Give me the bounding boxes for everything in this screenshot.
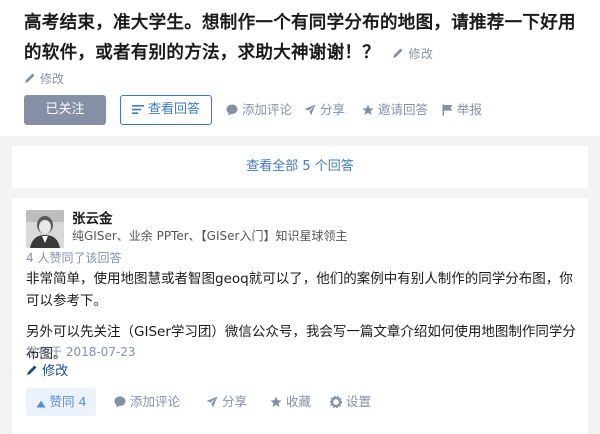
star-icon	[270, 396, 282, 407]
settings-label: 设置	[346, 394, 372, 409]
share-button[interactable]: 分享	[304, 95, 345, 125]
share-label: 分享	[222, 394, 248, 409]
question-actions: 已关注 查看回答 添加评论 分享 邀请回答 举报	[24, 95, 584, 125]
question-title-edit-label: 修改	[408, 47, 434, 61]
add-comment-label: 添加评论	[130, 394, 181, 409]
comment-icon	[114, 396, 126, 408]
invite-answer-button[interactable]: 邀请回答	[362, 95, 428, 125]
comment-icon	[226, 104, 238, 116]
flag-icon	[442, 104, 453, 116]
pencil-icon	[393, 48, 403, 58]
question-title: 高考结束，准大学生。想制作一个有同学分布的地图，请推荐一下好用的软件，或者有别的…	[24, 8, 584, 69]
publish-date[interactable]: 发布于 2018-07-23	[26, 343, 136, 360]
question-card: 高考结束，准大学生。想制作一个有同学分布的地图，请推荐一下好用的软件，或者有别的…	[0, 0, 600, 136]
view-answers-button[interactable]: 查看回答	[120, 95, 212, 125]
share-button[interactable]: 分享	[206, 388, 247, 416]
followed-button[interactable]: 已关注	[24, 95, 106, 125]
question-edit-link[interactable]: 修改	[24, 70, 64, 87]
pencil-icon	[25, 73, 35, 83]
report-label: 举报	[457, 102, 483, 117]
votes-count[interactable]: 4 人赞同了该回答	[26, 249, 121, 266]
answer-actions: 赞同 4 添加评论 分享 收藏 设置	[26, 388, 576, 418]
gear-icon	[330, 396, 342, 408]
report-button[interactable]: 举报	[442, 95, 482, 125]
author-name[interactable]: 张云金	[72, 207, 113, 227]
add-comment-button[interactable]: 添加评论	[226, 95, 292, 125]
upvote-button[interactable]: 赞同 4	[26, 388, 96, 416]
share-label: 分享	[320, 102, 346, 117]
invite-answer-label: 邀请回答	[378, 102, 429, 117]
share-icon	[304, 104, 316, 116]
add-comment-button[interactable]: 添加评论	[114, 388, 180, 416]
question-edit-label: 修改	[39, 72, 64, 86]
view-answers-label: 查看回答	[147, 102, 200, 117]
upvote-label: 赞同 4	[49, 394, 87, 409]
author-bio: 纯GISer、业余 PPTer、【GISer入门】知识星球领主	[72, 229, 348, 243]
answer-paragraph: 非常简单，使用地图慧或者智图geoq就可以了，他们的案例中有别人制作的同学分布图…	[26, 271, 573, 309]
share-icon	[206, 396, 218, 408]
list-icon	[131, 105, 144, 114]
avatar[interactable]	[26, 210, 64, 248]
answer-edit-link[interactable]: 修改	[26, 360, 68, 379]
star-icon	[362, 104, 374, 115]
pencil-icon	[27, 365, 37, 375]
answer-card: 张云金 纯GISer、业余 PPTer、【GISer入门】知识星球领主 4 人赞…	[12, 198, 588, 434]
settings-button[interactable]: 设置	[330, 388, 371, 416]
triangle-up-icon	[36, 400, 46, 408]
add-comment-label: 添加评论	[242, 102, 293, 117]
question-title-edit-link[interactable]: 修改	[392, 47, 433, 61]
answer-edit-label: 修改	[42, 364, 69, 379]
question-title-text: 高考结束，准大学生。想制作一个有同学分布的地图，请推荐一下好用的软件，或者有别的…	[24, 13, 576, 63]
collect-button[interactable]: 收藏	[270, 388, 311, 416]
view-all-answers-link[interactable]: 查看全部 5 个回答	[12, 146, 588, 188]
collect-label: 收藏	[286, 394, 312, 409]
avatar-image	[26, 210, 64, 248]
